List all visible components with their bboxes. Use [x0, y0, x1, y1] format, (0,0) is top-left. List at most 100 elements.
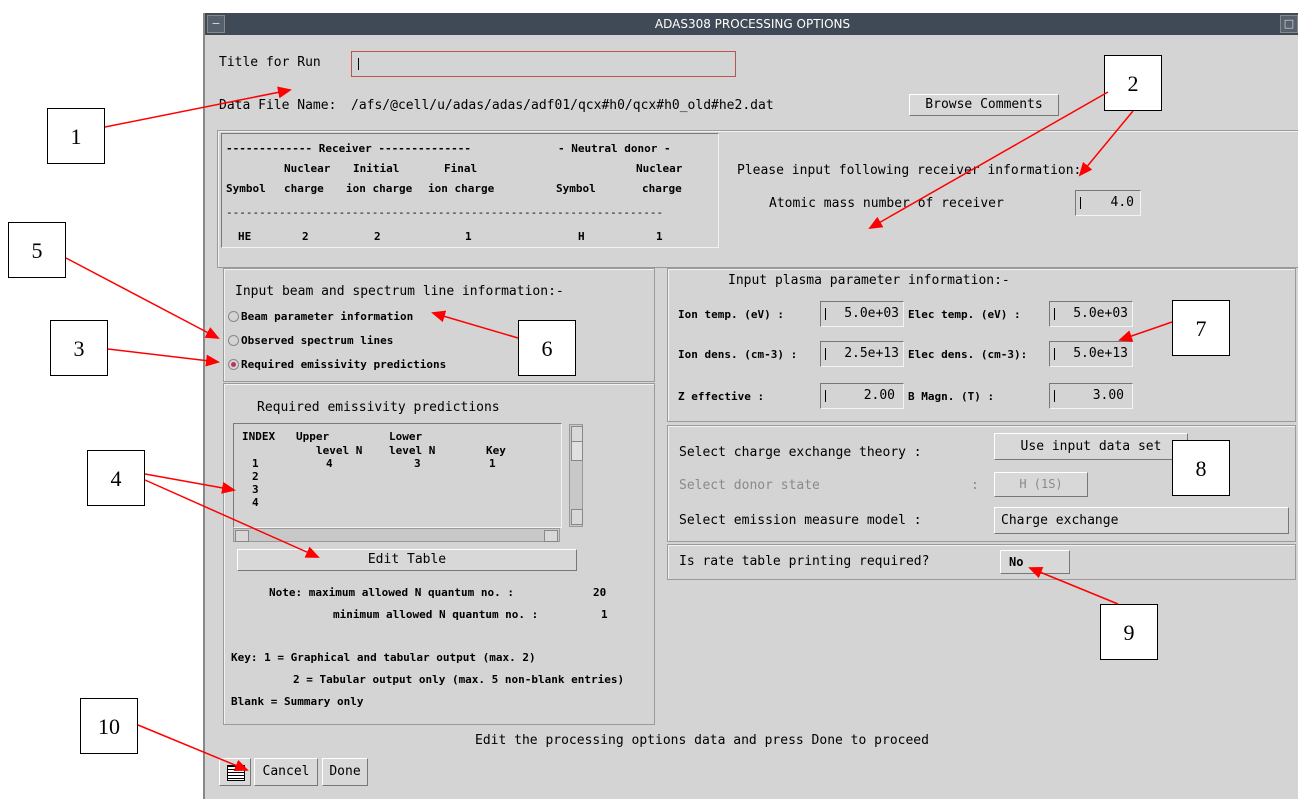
key-line-1: Key: 1 = Graphical and tabular output (m…: [231, 651, 536, 664]
browse-comments-button[interactable]: Browse Comments: [909, 94, 1059, 116]
bmag-label: B Magn. (T) :: [908, 390, 995, 403]
zeff-label: Z effective :: [678, 390, 765, 403]
zeff-value: 2.00: [863, 388, 895, 403]
atomic-mass-value: 4.0: [1110, 195, 1134, 210]
atomic-mass-input[interactable]: 4.0: [1075, 190, 1141, 216]
radio-beam-parameter[interactable]: [228, 311, 239, 322]
radio-observed-lines-label[interactable]: Observed spectrum lines: [241, 334, 393, 347]
row-1-index: 1: [252, 457, 259, 470]
done-button[interactable]: Done: [322, 758, 368, 786]
beam-title: Input beam and spectrum line information…: [235, 284, 564, 299]
donor-state-colon: :: [971, 478, 979, 493]
arrow-3: [107, 348, 220, 367]
atomic-mass-label: Atomic mass number of receiver: [769, 196, 1004, 211]
emission-model-label: Select emission measure model :: [679, 513, 922, 528]
cx-theory-label: Select charge exchange theory :: [679, 445, 922, 460]
col-key-header: Key: [486, 444, 506, 457]
radio-observed-lines[interactable]: [228, 335, 239, 346]
table-divider: ----------------------------------------…: [226, 206, 664, 219]
row-4-index: 4: [252, 496, 259, 509]
ion-temp-input[interactable]: 5.0e+03: [820, 301, 904, 327]
col-upper-sub: level N: [316, 444, 363, 457]
window-titlebar: − ADAS308 PROCESSING OPTIONS □: [205, 13, 1298, 35]
head-nuclear-1: Nuclear: [284, 162, 331, 175]
key-line-3: Blank = Summary only: [231, 695, 364, 708]
ion-dens-value: 2.5e+13: [844, 346, 899, 361]
ion-temp-value: 5.0e+03: [844, 306, 899, 321]
emission-model-button[interactable]: Charge exchange: [994, 507, 1289, 534]
callout-6: 6: [518, 320, 576, 376]
scroll-right-icon[interactable]: [544, 530, 558, 542]
ion-dens-label: Ion dens. (cm-3) :: [678, 348, 798, 361]
footer-message: Edit the processing options data and pre…: [475, 733, 929, 748]
receiver-group-header: ------------- Receiver --------------: [226, 142, 472, 155]
value-final-charge: 1: [465, 230, 472, 243]
donor-state-button[interactable]: H (1S): [994, 472, 1088, 497]
col-lower-header: Lower: [389, 430, 423, 443]
donor-group-header: - Neutral donor -: [558, 142, 671, 155]
callout-10: 10: [80, 698, 138, 754]
head-symbol-1: Symbol: [226, 182, 266, 195]
emissivity-table[interactable]: INDEX Upper Lower level N level N Key 1 …: [233, 423, 583, 528]
head-initial: Initial: [353, 162, 400, 175]
col-upper-header: Upper: [296, 430, 330, 443]
receiver-info-prompt: Please input following receiver informat…: [737, 163, 1090, 178]
radio-emissivity-predictions[interactable]: [228, 359, 239, 370]
row-1-key: 1: [489, 457, 496, 470]
head-symbol-2: Symbol: [556, 182, 596, 195]
row-1-upper: 4: [326, 457, 333, 470]
callout-4: 4: [87, 450, 145, 506]
plasma-title: Input plasma parameter information:-: [728, 273, 1010, 288]
ion-temp-label: Ion temp. (eV) :: [678, 308, 784, 321]
row-1-lower: 3: [414, 457, 421, 470]
cx-theory-button[interactable]: Use input data set: [994, 433, 1188, 460]
elec-temp-input[interactable]: 5.0e+03: [1049, 301, 1133, 327]
head-final: Final: [444, 162, 478, 175]
callout-9: 9: [1100, 604, 1158, 660]
bmag-input[interactable]: 3.00: [1049, 383, 1133, 409]
note-min-label: minimum allowed N quantum no. :: [333, 608, 539, 621]
radio-beam-parameter-label[interactable]: Beam parameter information: [241, 310, 413, 323]
head-charge-2: charge: [642, 182, 682, 195]
value-initial-charge: 2: [374, 230, 381, 243]
receiver-table: ------------- Receiver -------------- - …: [221, 133, 719, 248]
donor-state-label: Select donor state: [679, 478, 820, 493]
elec-dens-value: 5.0e+13: [1073, 346, 1128, 361]
callout-1: 1: [47, 108, 105, 164]
value-receiver-nuclear-charge: 2: [302, 230, 309, 243]
head-charge-1: charge: [284, 182, 324, 195]
edit-table-button[interactable]: Edit Table: [237, 549, 577, 571]
row-3-index: 3: [252, 483, 259, 496]
callout-8: 8: [1172, 440, 1230, 496]
key-line-2: 2 = Tabular output only (max. 5 non-blan…: [293, 673, 625, 686]
title-for-run-input[interactable]: [351, 51, 736, 77]
scroll-down-icon[interactable]: [571, 509, 583, 525]
menu-icon-button[interactable]: [219, 758, 251, 786]
cancel-button[interactable]: Cancel: [254, 758, 318, 786]
processing-options-window: − ADAS308 PROCESSING OPTIONS □ Title for…: [203, 13, 1298, 799]
row-2-index: 2: [252, 470, 259, 483]
scroll-up-icon[interactable]: [571, 426, 583, 442]
elec-dens-label: Elec dens. (cm-3):: [908, 348, 1028, 361]
elec-dens-input[interactable]: 5.0e+13: [1049, 341, 1133, 367]
value-donor-charge: 1: [656, 230, 663, 243]
callout-7: 7: [1172, 300, 1230, 356]
head-ion-charge-1: ion charge: [346, 182, 413, 195]
vertical-scrollbar[interactable]: [569, 424, 583, 527]
rate-table-label: Is rate table printing required?: [679, 554, 930, 569]
title-for-run-label: Title for Run: [219, 55, 321, 70]
zeff-input[interactable]: 2.00: [820, 383, 904, 409]
scroll-left-icon[interactable]: [235, 530, 249, 542]
emissivity-title: Required emissivity predictions: [257, 400, 500, 415]
horizontal-scrollbar[interactable]: [233, 528, 560, 542]
elec-temp-value: 5.0e+03: [1073, 306, 1128, 321]
scroll-thumb[interactable]: [571, 441, 583, 461]
data-file-label: Data File Name:: [219, 98, 337, 113]
ion-dens-input[interactable]: 2.5e+13: [820, 341, 904, 367]
window-maximize-icon[interactable]: □: [1280, 15, 1298, 33]
callout-2: 2: [1104, 55, 1162, 111]
elec-temp-label: Elec temp. (eV) :: [908, 308, 1021, 321]
data-file-path: /afs/@cell/u/adas/adas/adf01/qcx#h0/qcx#…: [351, 98, 774, 113]
rate-table-button[interactable]: No: [1000, 550, 1070, 574]
radio-emissivity-predictions-label[interactable]: Required emissivity predictions: [241, 358, 446, 371]
